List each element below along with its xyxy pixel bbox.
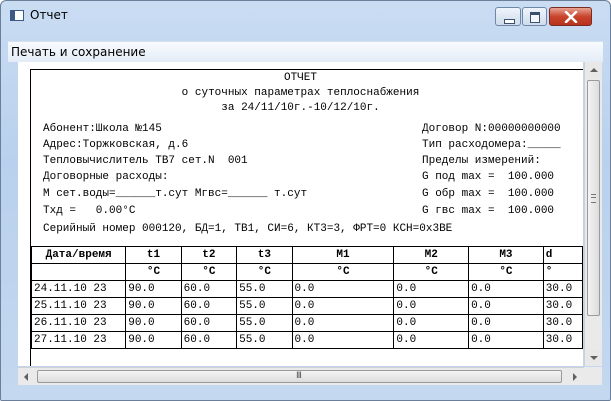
table-cell: 26.11.10 23 xyxy=(30,314,127,332)
table-cell: 60.0 xyxy=(180,297,238,315)
unit-cell: °C xyxy=(125,263,182,281)
column-header: M1 xyxy=(291,246,395,264)
table-cell: 30.0 xyxy=(542,331,583,349)
unit-cell: °C xyxy=(393,263,470,281)
vertical-scroll-thumb[interactable] xyxy=(587,80,600,316)
table-cell: 60.0 xyxy=(180,280,238,298)
table-cell: 0.0 xyxy=(393,280,470,298)
report-period: за 24/11/10г.-10/12/10г. xyxy=(221,102,380,114)
close-button[interactable] xyxy=(549,7,592,26)
vertical-scrollbar[interactable] xyxy=(584,62,602,366)
g-supply-max-line: G под max = 100.000 xyxy=(422,171,555,183)
table-cell: 0.0 xyxy=(468,297,544,315)
scroll-down-button[interactable] xyxy=(585,349,602,366)
mass-flow-line: М сет.воды=______т.сут Мгвс=______ т.сут xyxy=(43,188,308,200)
table-cell: 55.0 xyxy=(236,297,293,315)
horizontal-scrollbar[interactable]: III xyxy=(18,367,584,385)
menu-bar: Печать и сохранение xyxy=(8,41,603,62)
table-cell: 0.0 xyxy=(468,331,544,349)
contract-number-line: Договор N:00000000000 xyxy=(422,123,561,135)
table-row: 27.11.10 23 90.0 60.0 55.0 0.0 0.0 0.0 3… xyxy=(30,331,583,349)
table-cell: 27.11.10 23 xyxy=(30,331,127,349)
report-subtitle: о суточных параметрах теплоснабжения xyxy=(181,87,420,99)
window-icon xyxy=(10,10,24,21)
table-cell: 0.0 xyxy=(468,314,544,332)
table-cell: 60.0 xyxy=(180,314,238,332)
cold-water-temp-line: Тхд = 0.00°С xyxy=(43,205,136,217)
column-header: M3 xyxy=(468,246,544,264)
table-cell: 24.11.10 23 xyxy=(30,280,127,298)
scroll-corner xyxy=(584,367,602,385)
table-row: 26.11.10 23 90.0 60.0 55.0 0.0 0.0 0.0 3… xyxy=(30,314,583,332)
arrow-down-icon xyxy=(590,356,598,360)
arrow-up-icon xyxy=(590,68,598,72)
table-cell: 0.0 xyxy=(291,280,395,298)
arrow-left-icon xyxy=(24,373,28,381)
grip-icon xyxy=(591,194,596,203)
table-cell: 60.0 xyxy=(180,331,238,349)
arrow-right-icon xyxy=(573,373,577,381)
table-cell: 30.0 xyxy=(542,280,583,298)
minimize-button[interactable] xyxy=(495,7,521,26)
flowmeter-type-line: Тип расходомера:_____ xyxy=(422,139,561,151)
unit-cell: °C xyxy=(468,263,544,281)
table-row: 25.11.10 23 90.0 60.0 55.0 0.0 0.0 0.0 3… xyxy=(30,297,583,315)
unit-cell: °C xyxy=(236,263,293,281)
maximize-button[interactable] xyxy=(522,7,547,26)
daily-data-table: Дата/время t1 t2 t3 M1 M2 M3 d °C °C °C … xyxy=(30,246,583,349)
table-cell: 0.0 xyxy=(393,331,470,349)
scroll-up-button[interactable] xyxy=(585,62,602,79)
column-header: t1 xyxy=(125,246,182,264)
table-header-row: Дата/время t1 t2 t3 M1 M2 M3 d xyxy=(30,246,583,264)
close-icon xyxy=(564,11,578,23)
window-title: Отчет xyxy=(30,8,68,22)
table-cell: 0.0 xyxy=(291,331,395,349)
unit-cell: °C xyxy=(180,263,238,281)
horizontal-scroll-thumb[interactable]: III xyxy=(37,370,562,383)
table-cell: 90.0 xyxy=(125,331,182,349)
table-cell: 90.0 xyxy=(125,297,182,315)
menu-item-print-save[interactable]: Печать и сохранение xyxy=(11,45,146,59)
column-header: d xyxy=(542,246,583,264)
column-header: M2 xyxy=(393,246,470,264)
report-title: ОТЧЕТ xyxy=(283,72,317,84)
g-hot-water-max-line: G гвс max = 100.000 xyxy=(422,205,555,217)
table-cell: 55.0 xyxy=(236,280,293,298)
column-header: Дата/время xyxy=(30,246,127,264)
table-cell: 0.0 xyxy=(291,314,395,332)
table-cell: 0.0 xyxy=(393,314,470,332)
scroll-right-button[interactable] xyxy=(566,368,583,385)
address-line: Адрес:Торжковская, д.6 xyxy=(43,139,189,151)
unit-cell: °C xyxy=(291,263,395,281)
table-cell: 0.0 xyxy=(291,297,395,315)
scroll-left-button[interactable] xyxy=(18,368,35,385)
table-row: 24.11.10 23 90.0 60.0 55.0 0.0 0.0 0.0 3… xyxy=(30,280,583,298)
table-cell: 55.0 xyxy=(236,331,293,349)
subscriber-line: Абонент:Школа №145 xyxy=(43,123,162,135)
table-cell: 0.0 xyxy=(468,280,544,298)
report-viewport: ОТЧЕТ о суточных параметрах теплоснабжен… xyxy=(18,62,583,366)
unit-cell xyxy=(30,263,127,281)
grip-icon: III xyxy=(296,371,302,381)
g-return-max-line: G обр max = 100.000 xyxy=(422,188,555,200)
table-units-row: °C °C °C °C °C °C ° xyxy=(30,263,583,281)
heat-calculator-line: Тепловычислитель ТВ7 сет.N 001 xyxy=(43,155,248,167)
table-cell: 0.0 xyxy=(393,297,470,315)
contract-flows-line: Договорные расходы: xyxy=(43,171,169,183)
table-cell: 25.11.10 23 xyxy=(30,297,127,315)
table-cell: 55.0 xyxy=(236,314,293,332)
table-cell: 90.0 xyxy=(125,280,182,298)
title-bar[interactable]: Отчет xyxy=(1,1,610,31)
unit-cell: ° xyxy=(542,263,583,281)
column-header: t2 xyxy=(180,246,238,264)
column-header: t3 xyxy=(236,246,293,264)
serial-number-line: Серийный номер 000120, БД=1, ТВ1, СИ=6, … xyxy=(43,223,453,235)
table-cell: 90.0 xyxy=(125,314,182,332)
table-cell: 30.0 xyxy=(542,314,583,332)
table-cell: 30.0 xyxy=(542,297,583,315)
measurement-limits-line: Пределы измерений: xyxy=(422,155,541,167)
